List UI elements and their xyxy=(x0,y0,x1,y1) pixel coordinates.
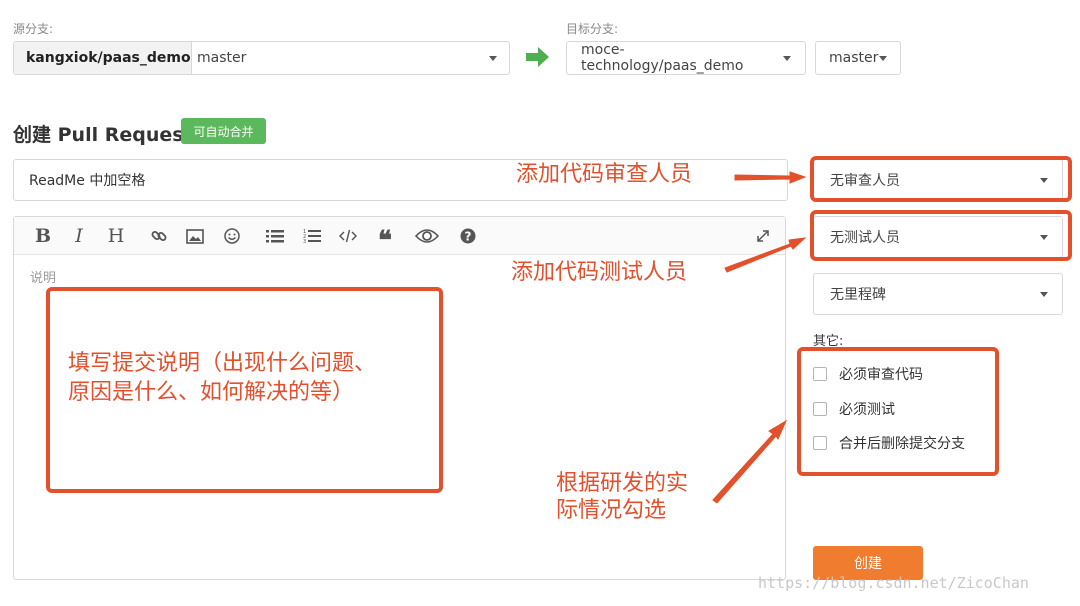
watermark: https://blog.csdn.net/ZicoChan xyxy=(758,574,1029,592)
annotation-arrows xyxy=(712,171,807,504)
arrow-reviewers xyxy=(734,171,807,184)
arrow-testers xyxy=(724,237,807,273)
arrow-options xyxy=(712,419,788,504)
